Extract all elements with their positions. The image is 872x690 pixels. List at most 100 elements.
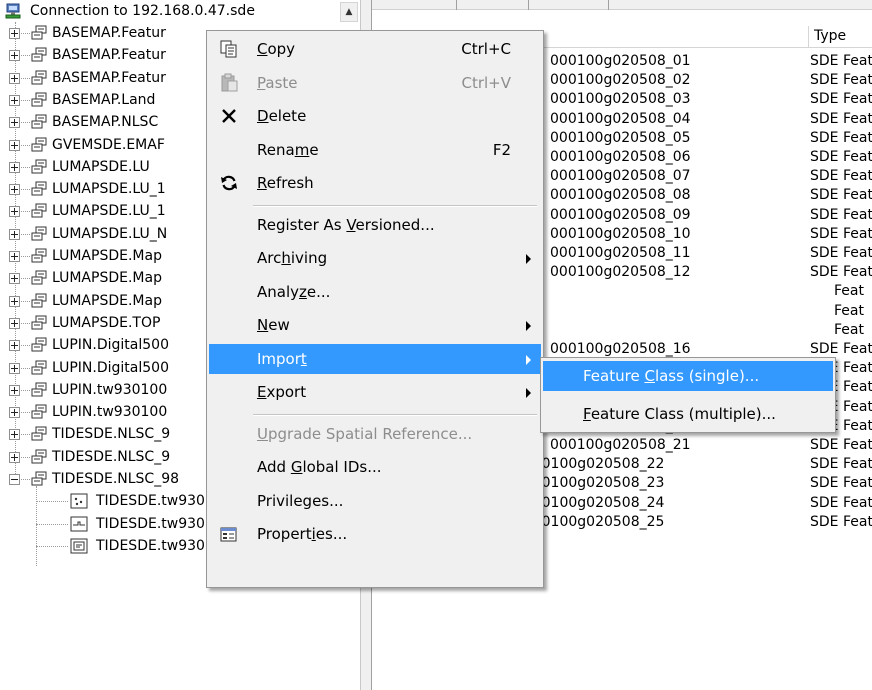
- menu-shortcut: Ctrl+C: [461, 40, 511, 58]
- list-row-name: 000100g020508_04: [550, 110, 691, 127]
- annotation-feature-class-icon: [70, 538, 88, 554]
- submenu-arrow-icon: [526, 321, 531, 331]
- submenu-arrow-icon: [526, 254, 531, 264]
- menu-item-label: Properties...: [257, 525, 348, 543]
- menu-item-add-global-ids[interactable]: Add Global IDs...: [209, 452, 541, 482]
- tree-item-label: BASEMAP.NLSC: [52, 114, 159, 131]
- expand-icon[interactable]: [9, 407, 20, 419]
- paste-icon: [219, 73, 239, 93]
- tree-item-label: LUMAPSDE.Map: [52, 292, 162, 309]
- menu-item-export[interactable]: Export: [209, 377, 541, 407]
- refresh-icon: [219, 173, 239, 193]
- tree-root-label: Connection to 192.168.0.47.sde: [30, 3, 255, 19]
- list-row-name: 000100g020508_21: [550, 437, 691, 453]
- feature-dataset-icon: [30, 293, 48, 309]
- menu-shortcut: F2: [492, 140, 511, 159]
- feature-dataset-icon: [30, 360, 48, 376]
- list-row-name: 000100g020508_09: [550, 206, 691, 223]
- tree-item-label: LUMAPSDE.LU_1: [52, 181, 166, 198]
- list-top-strip: [372, 0, 872, 10]
- properties-icon: [219, 524, 239, 544]
- menu-item-label: Analyze...: [257, 282, 331, 301]
- expand-icon[interactable]: [9, 94, 20, 106]
- expand-icon[interactable]: [9, 72, 20, 84]
- menu-item-label: Add Global IDs...: [257, 458, 382, 476]
- expand-icon[interactable]: [9, 184, 20, 196]
- expand-icon[interactable]: [9, 228, 20, 240]
- submenu-item-feature-class-multiple[interactable]: Feature Class (multiple)...: [543, 399, 833, 429]
- expand-icon[interactable]: [9, 340, 20, 352]
- menu-item-copy[interactable]: Copy Ctrl+C: [209, 34, 541, 64]
- menu-separator: [253, 204, 537, 207]
- tree-item-label: LUMAPSDE.LU: [52, 158, 150, 175]
- expand-icon[interactable]: [9, 161, 20, 173]
- menu-item-register-as-versioned[interactable]: Register As Versioned...: [209, 210, 541, 240]
- expand-icon[interactable]: [9, 139, 20, 151]
- menu-item-rename[interactable]: Rename F2: [209, 135, 541, 165]
- feature-dataset-icon: [30, 92, 48, 108]
- list-row-type: SDE Feat: [810, 110, 872, 127]
- tree-root-connection[interactable]: Connection to 192.168.0.47.sde: [0, 0, 340, 22]
- menu-item-paste[interactable]: Paste Ctrl+V: [209, 68, 541, 98]
- tree-item-label: LUMAPSDE.LU_1: [52, 203, 166, 220]
- type-column-header[interactable]: Type: [814, 28, 846, 44]
- menu-item-privileges[interactable]: Privileges...: [209, 486, 541, 516]
- tree-item-label: LUMAPSDE.TOP: [52, 314, 161, 331]
- expand-icon[interactable]: [9, 451, 20, 463]
- menu-item-analyze[interactable]: Analyze...: [209, 277, 541, 307]
- tree-item-label: LUPIN.tw930100: [52, 381, 168, 398]
- expand-icon[interactable]: [9, 317, 20, 329]
- feature-dataset-icon: [30, 426, 48, 442]
- list-row-name: 000100g020508_03: [550, 91, 691, 108]
- expand-icon[interactable]: [9, 50, 20, 62]
- expand-icon[interactable]: [9, 429, 20, 441]
- menu-item-label: Import: [257, 349, 307, 368]
- submenu-item-label: Feature Class (single)...: [583, 367, 760, 385]
- tree-item-label: TIDESDE.NLSC_98: [52, 471, 180, 487]
- feature-dataset-icon: [30, 248, 48, 264]
- feature-dataset-icon: [30, 114, 48, 130]
- list-row-name: 000100g020508_01: [550, 53, 691, 69]
- expand-icon[interactable]: [9, 251, 20, 262]
- collapse-icon[interactable]: [9, 474, 20, 485]
- menu-shortcut: Ctrl+V: [461, 73, 511, 92]
- expand-icon[interactable]: [9, 295, 20, 307]
- feature-dataset-icon: [30, 25, 48, 41]
- list-row-type: SDE Feat: [810, 225, 872, 242]
- list-row-type: SDE Feat: [810, 475, 872, 492]
- list-row-type: SDE Feat: [810, 494, 872, 511]
- expand-icon[interactable]: [9, 28, 20, 39]
- list-row-name: 000100g020508_05: [550, 129, 691, 146]
- list-row-type: SDE Feat: [810, 456, 872, 473]
- tree-item-label: LUPIN.tw930100: [52, 404, 168, 421]
- expand-icon[interactable]: [9, 362, 20, 374]
- feature-dataset-icon: [30, 226, 48, 242]
- tree-item-label: LUPIN.Digital500: [52, 337, 169, 354]
- tree-item-label: BASEMAP.Featur: [52, 69, 166, 86]
- list-row-type: SDE Feat: [810, 245, 872, 261]
- feature-dataset-icon: [30, 203, 48, 219]
- menu-item-label: Copy: [257, 40, 296, 58]
- menu-item-upgrade-spatial-reference[interactable]: Upgrade Spatial Reference...: [209, 419, 541, 449]
- menu-item-archiving[interactable]: Archiving: [209, 243, 541, 273]
- menu-item-label: Export: [257, 383, 307, 401]
- expand-icon[interactable]: [9, 384, 20, 396]
- tree-item-label: LUMAPSDE.Map: [52, 248, 162, 264]
- list-row-type: SDE Feat: [810, 206, 872, 223]
- expand-icon[interactable]: [9, 117, 20, 129]
- expand-icon[interactable]: [9, 273, 20, 285]
- scroll-up-button[interactable]: ▲: [340, 2, 358, 22]
- menu-item-new[interactable]: New: [209, 310, 541, 340]
- submenu-item-label: Feature Class (multiple)...: [583, 405, 776, 423]
- list-row-name: 000100g020508_02: [550, 72, 691, 89]
- menu-item-properties[interactable]: Properties...: [209, 519, 541, 549]
- expand-icon[interactable]: [9, 206, 20, 218]
- list-row-type: SDE Feat: [810, 437, 872, 453]
- list-row-type: SDE Feat: [810, 264, 872, 281]
- submenu-item-feature-class-single[interactable]: Feature Class (single)...: [543, 361, 833, 391]
- list-row-type: SDE Feat: [810, 91, 872, 108]
- menu-item-label: New: [257, 316, 290, 334]
- menu-item-refresh[interactable]: Refresh: [209, 168, 541, 198]
- menu-item-import[interactable]: Import: [209, 343, 541, 374]
- menu-item-delete[interactable]: Delete: [209, 101, 541, 131]
